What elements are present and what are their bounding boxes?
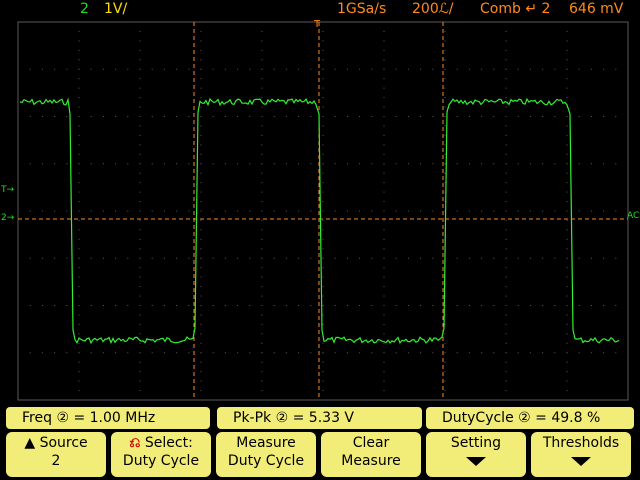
frequency-measurement: Freq ② = 1.00 MHz [6, 407, 210, 429]
clear-measure-softkey[interactable]: Clear Measure [321, 432, 421, 477]
freq-value: = 1.00 MHz [73, 410, 156, 426]
clear-label: Clear [352, 435, 390, 451]
channel-number[interactable]: 2 [80, 0, 89, 18]
source-label: Source [39, 435, 88, 451]
rising-edge-icon: ↵ [525, 1, 538, 17]
source-softkey[interactable]: ▲ Source 2 [6, 432, 106, 477]
ground-marker: 2→ [1, 213, 15, 223]
thresholds-softkey[interactable]: Thresholds [531, 432, 631, 477]
status-bar: 2 1V/ 1GSa/s 200ℒ/ Comb ↵ 2 646 mV [0, 0, 640, 18]
source-value: 2 [51, 453, 61, 469]
trigger-level-marker: T→ [0, 185, 14, 195]
up-arrow-icon: ▲ [24, 435, 36, 451]
trigger-mode[interactable]: Comb ↵ 2 [480, 0, 550, 18]
thresholds-label: Thresholds [542, 435, 620, 451]
select-value: Duty Cycle [122, 453, 200, 469]
measure-label: Measure [236, 435, 296, 451]
rotary-knob-icon: ⎌ [129, 435, 141, 451]
measure-value: Duty Cycle [227, 453, 305, 469]
trigger-position-icon: T [313, 19, 321, 30]
freq-label: Freq [22, 410, 52, 426]
submenu-arrow-icon [571, 457, 591, 466]
measure-softkey[interactable]: Measure Duty Cycle [216, 432, 316, 477]
peak-to-peak-measurement: Pk-Pk ② = 5.33 V [217, 407, 422, 429]
clear-value: Measure [341, 453, 401, 469]
pkpk-label: Pk-Pk [233, 410, 272, 426]
scope-display: T T→ 2→ AC [0, 19, 639, 401]
duty-cycle-measurement: DutyCycle ② = 49.8 % [426, 407, 634, 429]
select-softkey[interactable]: ⎌ Select: Duty Cycle [111, 432, 211, 477]
duty-channel-icon: ② [518, 410, 531, 426]
vertical-scale[interactable]: 1V/ [104, 0, 127, 18]
trigger-mode-label: Comb [480, 1, 521, 17]
graticule [17, 21, 629, 401]
pkpk-value: = 5.33 V [292, 410, 355, 426]
setting-label: Setting [450, 435, 502, 451]
duty-label: DutyCycle [442, 410, 514, 426]
trigger-level[interactable]: 646 mV [569, 0, 623, 18]
freq-channel-icon: ② [56, 410, 69, 426]
submenu-arrow-icon [466, 457, 486, 466]
select-label: Select: [144, 435, 193, 451]
setting-softkey[interactable]: Setting [426, 432, 526, 477]
sample-rate: 1GSa/s [337, 1, 387, 17]
timebase[interactable]: 200ℒ/ [412, 0, 454, 18]
duty-value: = 49.8 % [535, 410, 601, 426]
pkpk-channel-icon: ② [275, 410, 289, 426]
trigger-source: 2 [541, 1, 551, 17]
coupling-label: AC [627, 211, 639, 221]
